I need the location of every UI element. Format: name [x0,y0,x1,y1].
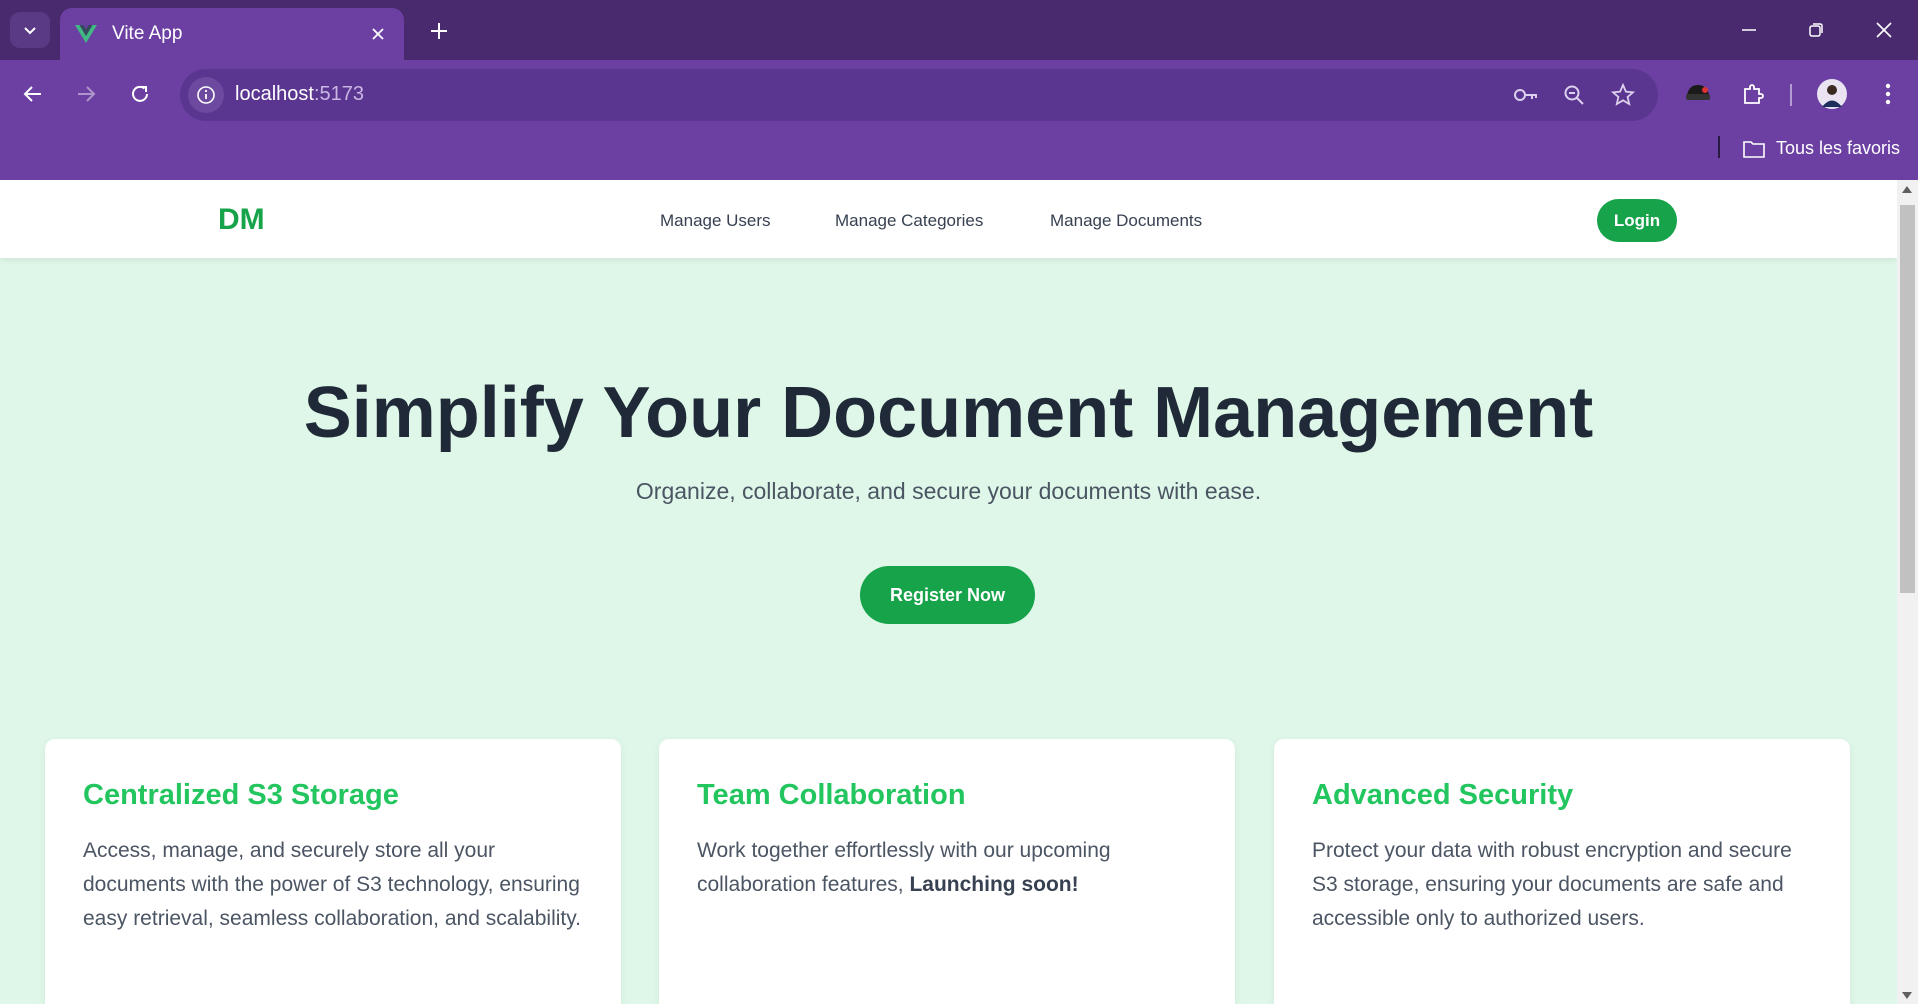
feature-card-collaboration: Team Collaboration Work together effortl… [659,739,1235,1004]
hero-subtitle: Organize, collaborate, and secure your d… [635,478,1262,504]
window-close-icon[interactable] [1868,14,1900,46]
restore-icon[interactable] [1800,14,1832,46]
feature-card-security: Advanced Security Protect your data with… [1274,739,1850,1004]
site-info-icon[interactable] [188,77,224,113]
kebab-menu-icon[interactable] [1870,76,1906,112]
zoom-icon[interactable] [1560,81,1588,109]
back-icon[interactable] [15,76,51,112]
address-bar[interactable]: localhost:5173 [180,69,1658,121]
bookmarks-separator [1718,136,1720,158]
site-navbar: DM Manage Users Manage Categories Manage… [0,180,1897,258]
scroll-up-icon[interactable] [1902,186,1912,193]
vue-logo-icon [75,25,97,43]
url-host: localhost [235,83,314,105]
reload-icon[interactable] [122,76,158,112]
scroll-thumb[interactable] [1900,205,1915,593]
minimize-icon[interactable] [1733,14,1765,46]
tab-strip: Vite App [0,0,1918,60]
page-scrollbar[interactable] [1897,180,1918,1004]
feature-title: Team Collaboration [697,779,966,811]
feature-title: Advanced Security [1312,779,1574,811]
feature-text: Work together effortlessly with our upco… [697,834,1197,902]
key-icon[interactable] [1512,81,1540,109]
feature-card-storage: Centralized S3 Storage Access, manage, a… [45,739,621,1004]
forward-icon[interactable] [68,76,104,112]
nav-link-manage-documents[interactable]: Manage Documents [1050,211,1202,231]
bookmarks-folder[interactable]: Tous les favoris [1742,138,1900,159]
chevron-down-icon [24,27,36,35]
toolbar-separator [1790,84,1792,106]
browser-toolbar: localhost:5173 Tous les favoris [0,60,1918,180]
page-viewport: DM Manage Users Manage Categories Manage… [0,180,1897,1004]
login-button[interactable]: Login [1597,199,1677,242]
tab-title: Vite App [112,23,183,44]
extension-icon[interactable] [1680,76,1716,112]
close-icon[interactable] [366,22,390,46]
feature-title: Centralized S3 Storage [83,779,399,811]
url-port: :5173 [313,83,364,105]
avatar[interactable] [1814,76,1850,112]
bookmarks-folder-label: Tous les favoris [1776,138,1901,158]
folder-icon [1743,140,1765,158]
hero-title: Simplify Your Document Management [303,373,1594,453]
nav-link-manage-users[interactable]: Manage Users [660,211,771,231]
scroll-down-icon[interactable] [1902,992,1912,999]
feature-text: Protect your data with robust encryption… [1312,839,1792,930]
plus-icon[interactable] [426,18,452,44]
browser-tab[interactable]: Vite App [60,8,404,60]
star-icon[interactable] [1609,81,1637,109]
puzzle-icon[interactable] [1735,76,1771,112]
launching-soon-emphasis: Launching soon! [909,873,1079,896]
register-now-button[interactable]: Register Now [860,566,1035,624]
tab-search-button[interactable] [10,12,50,48]
url-text[interactable]: localhost:5173 [235,83,364,106]
feature-text: Access, manage, and securely store all y… [83,839,582,930]
site-logo[interactable]: DM [218,203,265,237]
nav-link-manage-categories[interactable]: Manage Categories [835,211,983,231]
